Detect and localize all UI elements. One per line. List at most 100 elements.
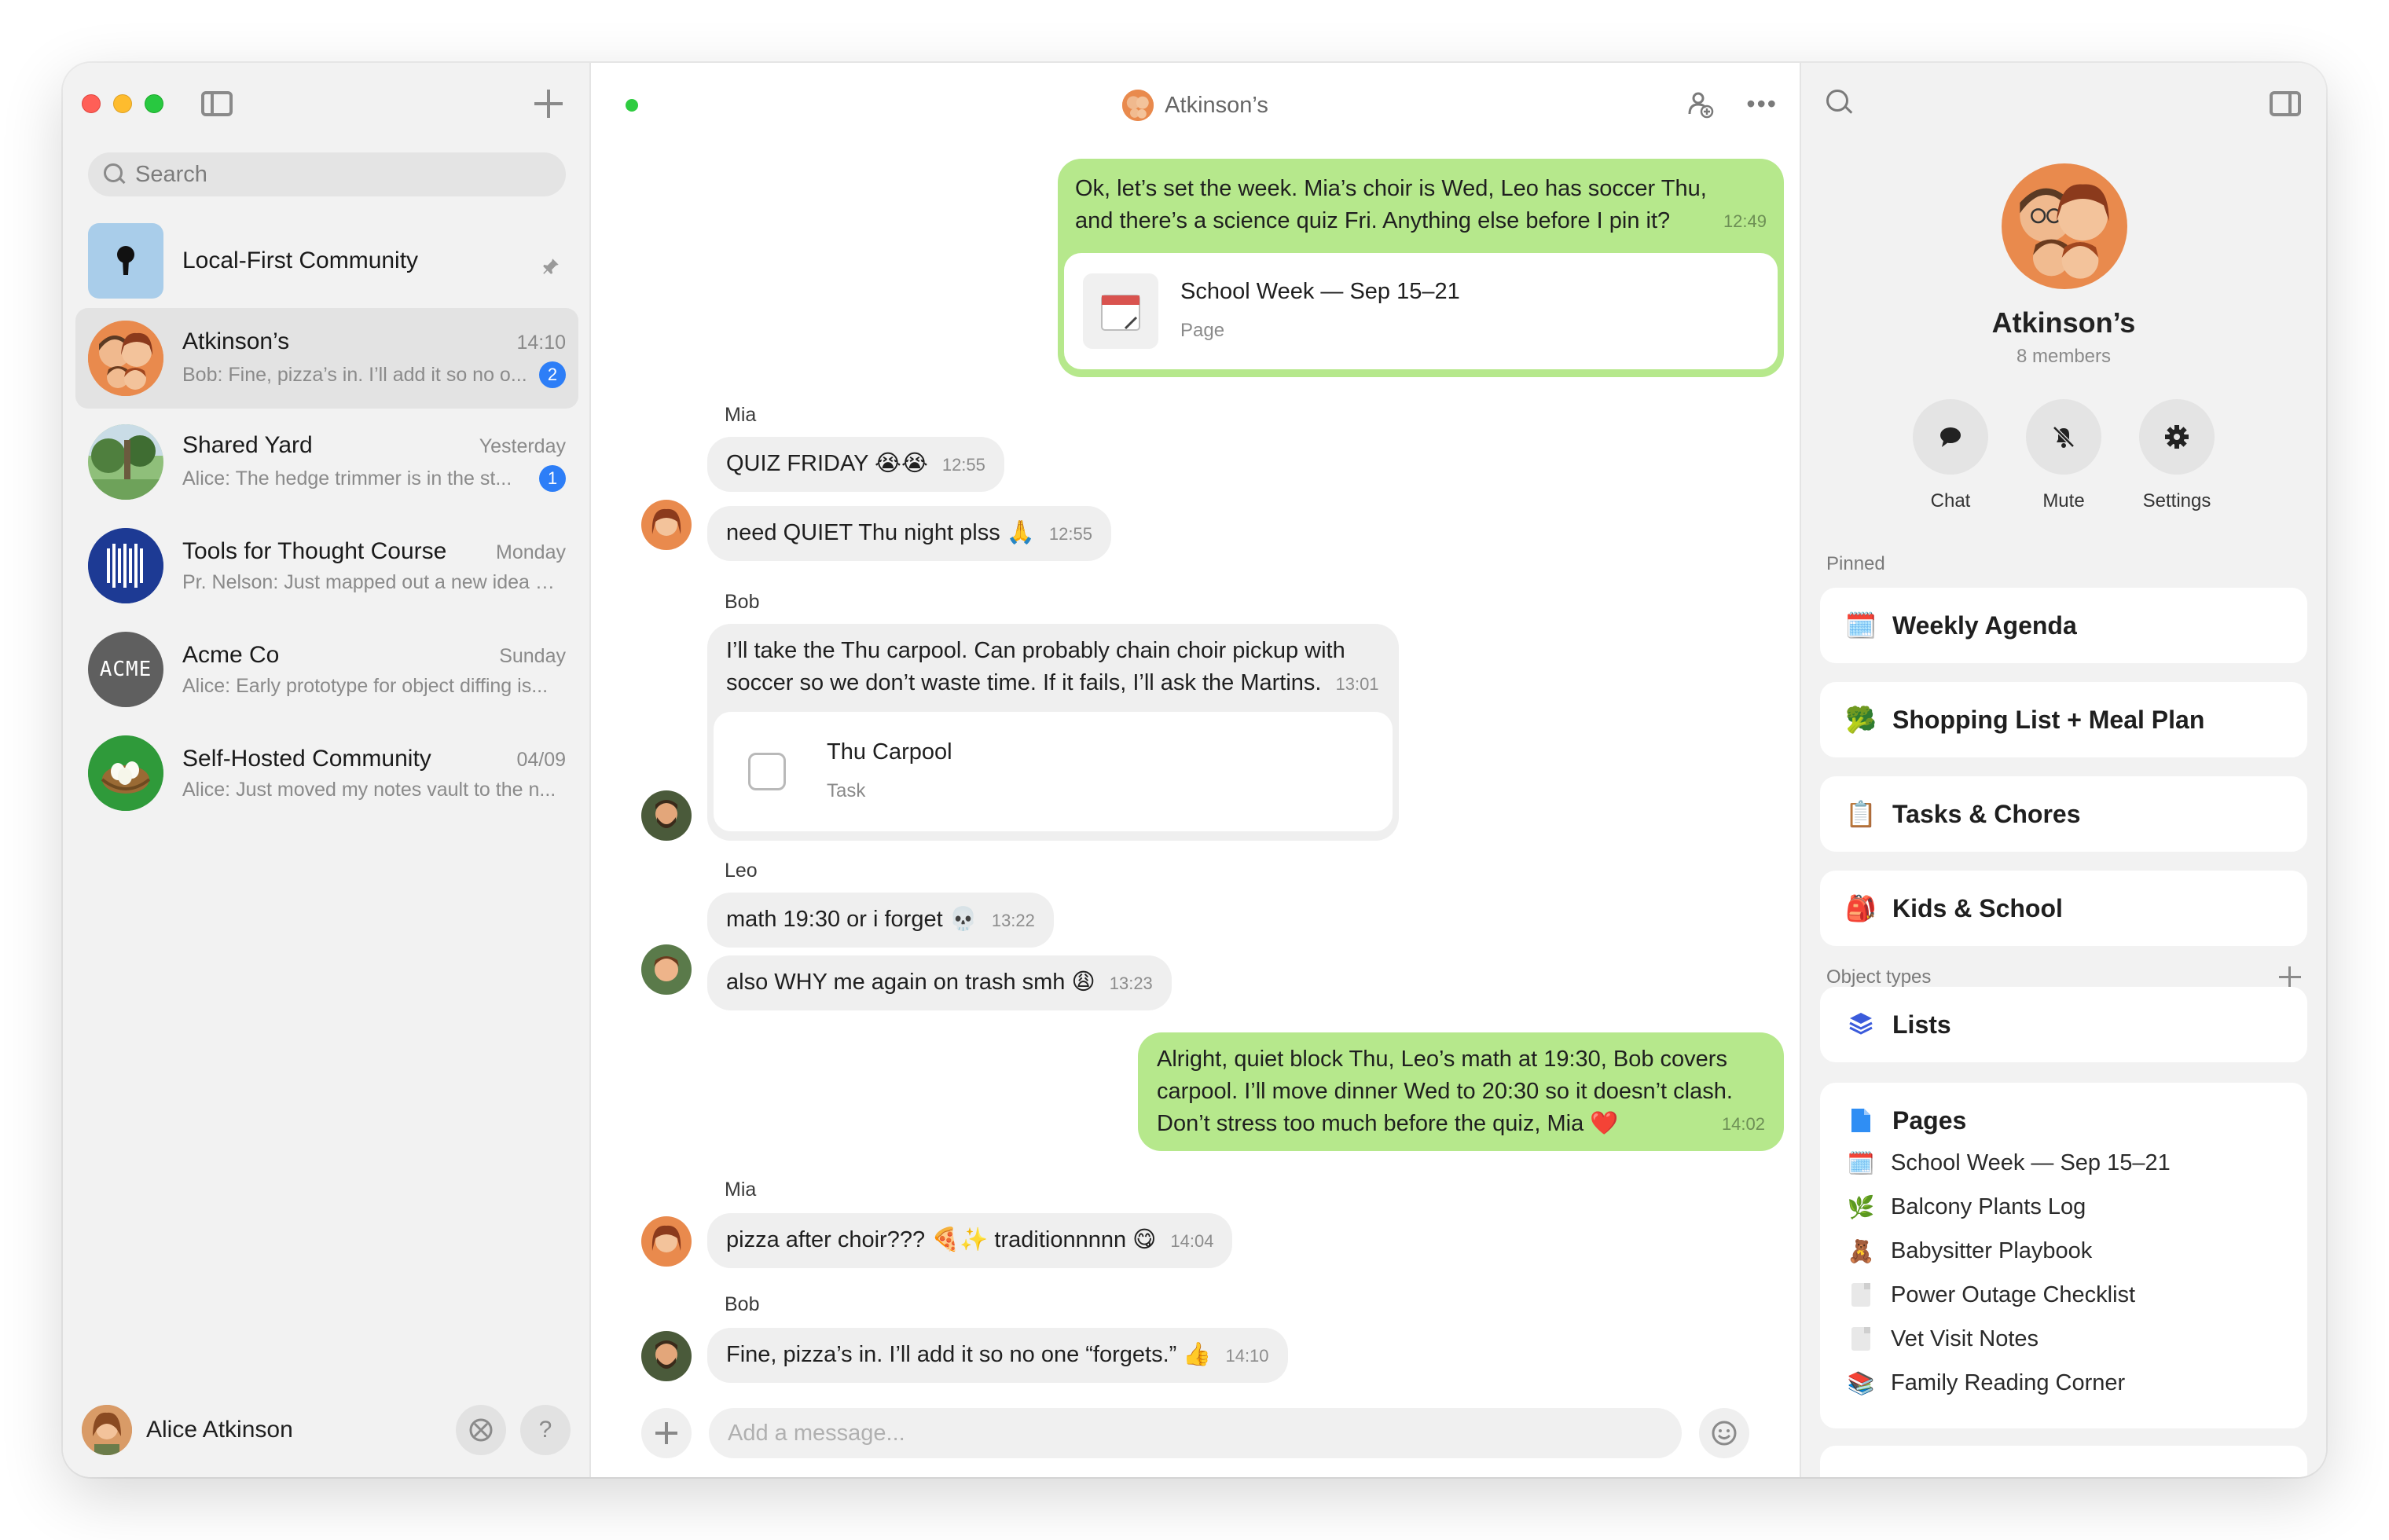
pages-header[interactable]: Pages <box>1845 1100 2282 1141</box>
pinned-item-tasks-chores[interactable]: 📋 Tasks & Chores <box>1820 776 2307 852</box>
clipboard-icon: 📋 <box>1845 800 1877 828</box>
page-item-label: Family Reading Corner <box>1891 1370 2126 1395</box>
keyhole-avatar <box>88 223 163 299</box>
page-card[interactable]: School Week — Sep 15–21 Page <box>1064 253 1778 369</box>
message-text: Don’t stress too much before the quiz, M… <box>1157 1111 1619 1136</box>
chat-time: Sunday <box>499 644 566 667</box>
pinned-item-label: Kids & School <box>1892 893 2063 922</box>
task-card[interactable]: Thu Carpool Task <box>714 712 1393 831</box>
books-icon: 📚 <box>1847 1370 1875 1395</box>
add-object-type-button[interactable] <box>2279 966 2301 988</box>
card-type: Task <box>827 780 866 801</box>
message-bubble-outgoing[interactable]: Ok, let’s set the week. Mia’s choir is W… <box>1058 159 1784 377</box>
task-checkbox[interactable] <box>748 753 786 790</box>
no-sync-icon <box>469 1418 493 1442</box>
message-bubble-outgoing[interactable]: Alright, quiet block Thu, Leo’s math at … <box>1138 1032 1784 1151</box>
nest-icon <box>88 735 163 811</box>
unread-badge: 1 <box>539 465 566 492</box>
search-icon[interactable] <box>1826 90 1855 118</box>
sender-name: Bob <box>725 591 760 613</box>
page-item[interactable]: Power Outage Checklist <box>1845 1273 2282 1317</box>
yard-avatar <box>88 424 163 500</box>
message-time: 14:10 <box>1225 1346 1269 1366</box>
message-bubble-incoming[interactable]: need QUIET Thu night plss 🙏 12:55 <box>707 506 1111 561</box>
message-text: math 19:30 or i forget 💀 <box>726 907 978 932</box>
gear-icon <box>2165 425 2189 449</box>
chat-action-button[interactable]: Chat <box>1913 399 1988 512</box>
mute-action-button[interactable]: Mute <box>2026 399 2101 512</box>
broccoli-icon: 🥦 <box>1845 706 1877 734</box>
object-type-lists[interactable]: Lists <box>1820 987 2307 1062</box>
smiley-icon <box>1712 1421 1737 1446</box>
chat-item-local-first-community[interactable]: Local-First Community <box>75 217 578 305</box>
chat-item-tools-for-thought[interactable]: Tools for Thought Course Monday Pr. Nels… <box>75 515 578 616</box>
chat-bubble-icon <box>1940 427 1961 447</box>
sidebar: Search Local-First Community Atkinson’s … <box>63 63 591 1477</box>
bell-off-icon <box>2053 426 2075 448</box>
mia-avatar-illustration <box>641 1216 692 1267</box>
page-item[interactable]: 🧸 Babysitter Playbook <box>1845 1229 2282 1273</box>
object-type-partial[interactable] <box>1820 1446 2307 1477</box>
close-window-button[interactable] <box>82 94 101 113</box>
message-bubble-incoming[interactable]: I’ll take the Thu carpool. Can probably … <box>707 624 1399 841</box>
message-bubble-incoming[interactable]: math 19:30 or i forget 💀 13:22 <box>707 893 1054 948</box>
chat-item-self-hosted-community[interactable]: Self-Hosted Community 04/09 Alice: Just … <box>75 723 578 823</box>
sender-avatar-mia[interactable] <box>641 1216 692 1267</box>
settings-action-button[interactable]: Settings <box>2139 399 2215 512</box>
pinned-item-label: Tasks & Chores <box>1892 799 2081 828</box>
sender-avatar-leo[interactable] <box>641 944 692 995</box>
message-text: Fine, pizza’s in. I’ll add it so no one … <box>726 1342 1212 1367</box>
chat-item-atkinsons[interactable]: Atkinson’s 14:10 Bob: Fine, pizza’s in. … <box>75 308 578 409</box>
maximize-window-button[interactable] <box>145 94 163 113</box>
chat-preview: Alice: Just moved my notes vault to the … <box>182 778 556 801</box>
chat-time: 04/09 <box>516 748 566 771</box>
new-chat-button[interactable] <box>534 90 563 118</box>
message-bubble-incoming[interactable]: pizza after choir??? 🍕✨ traditionnnnn 😋 1… <box>707 1213 1233 1268</box>
message-bubble-incoming[interactable]: QUIZ FRIDAY 😭😭 12:55 <box>707 437 1004 492</box>
pinned-item-kids-school[interactable]: 🎒 Kids & School <box>1820 871 2307 946</box>
pin-icon <box>543 258 559 274</box>
member-count: 8 members <box>2016 346 2112 367</box>
pinned-item-shopping-list[interactable]: 🥦 Shopping List + Meal Plan <box>1820 682 2307 757</box>
family-avatar-large <box>2002 163 2127 289</box>
message-bubble-incoming[interactable]: Fine, pizza’s in. I’ll add it so no one … <box>707 1328 1288 1383</box>
yard-avatar-illustration <box>88 424 163 500</box>
message-input[interactable] <box>709 1408 1682 1458</box>
page-item[interactable]: Vet Visit Notes <box>1845 1317 2282 1361</box>
chat-name: Local-First Community <box>182 248 419 273</box>
page-item[interactable]: 🗓️ School Week — Sep 15–21 <box>1845 1141 2282 1185</box>
sidebar-toggle-icon[interactable] <box>201 91 233 116</box>
user-name: Alice Atkinson <box>146 1417 293 1443</box>
sender-avatar-bob[interactable] <box>641 790 692 841</box>
emoji-button[interactable] <box>1699 1408 1749 1458</box>
chat-preview: Pr. Nelson: Just mapped out a new idea s… <box>182 570 560 593</box>
chat-item-acme-co[interactable]: ACME Acme Co Sunday Alice: Early prototy… <box>75 619 578 720</box>
info-panel: Atkinson’s 8 members Chat Mute Settings … <box>1800 63 2326 1477</box>
nest-avatar <box>88 735 163 811</box>
page-item[interactable]: 📚 Family Reading Corner <box>1845 1361 2282 1405</box>
document-icon <box>1851 1109 1870 1132</box>
calendar-icon <box>1101 295 1140 331</box>
message-text: carpool. I’ll move dinner Wed to 20:30 s… <box>1157 1079 1733 1104</box>
attach-button[interactable] <box>641 1408 692 1458</box>
chat-item-shared-yard[interactable]: Shared Yard Yesterday Alice: The hedge t… <box>75 412 578 512</box>
message-time: 12:55 <box>1048 524 1092 544</box>
message-time: 14:04 <box>1170 1231 1214 1251</box>
sender-avatar-bob[interactable] <box>641 1331 692 1381</box>
panel-toggle-icon[interactable] <box>2270 91 2301 116</box>
blank-document-icon <box>1845 1283 1877 1307</box>
search-bar[interactable]: Search <box>88 152 566 196</box>
group-avatar[interactable] <box>2002 163 2127 289</box>
page-item[interactable]: 🌿 Balcony Plants Log <box>1845 1185 2282 1229</box>
app-window: Search Local-First Community Atkinson’s … <box>63 63 2326 1477</box>
minimize-window-button[interactable] <box>113 94 132 113</box>
pinned-item-weekly-agenda[interactable]: 🗓️ Weekly Agenda <box>1820 588 2307 663</box>
user-avatar[interactable] <box>82 1405 132 1455</box>
bob-avatar-illustration <box>641 1331 692 1381</box>
sender-avatar-mia[interactable] <box>641 500 692 550</box>
sync-status-button[interactable] <box>456 1405 506 1455</box>
message-bubble-incoming[interactable]: also WHY me again on trash smh 😩 13:23 <box>707 955 1172 1010</box>
message-time: 13:23 <box>1109 974 1153 993</box>
message-text: Ok, let’s set the week. Mia’s choir is W… <box>1075 176 1707 201</box>
help-button[interactable]: ? <box>520 1405 571 1455</box>
